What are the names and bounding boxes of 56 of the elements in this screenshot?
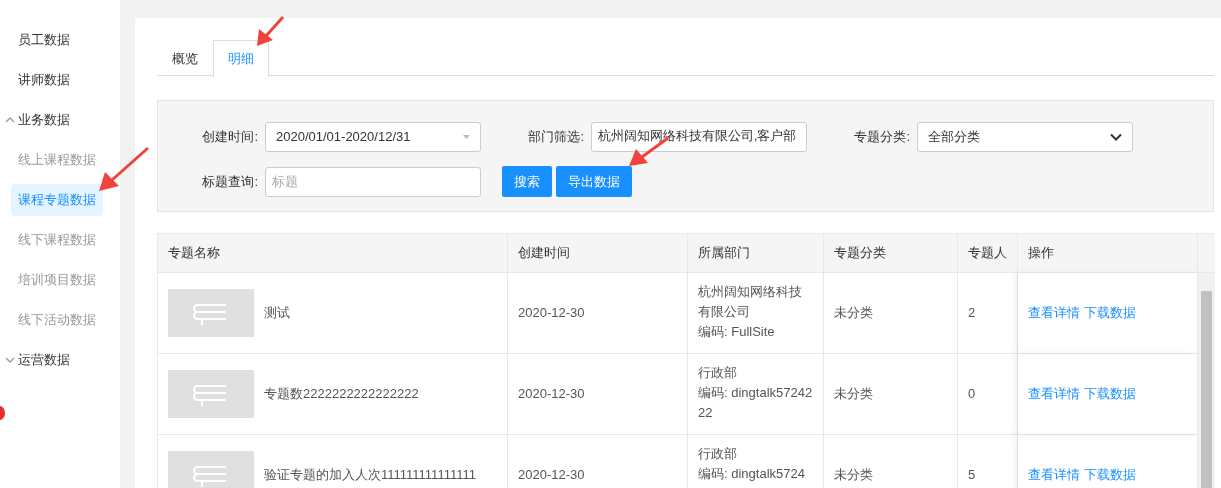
sidebar-group[interactable]: 运营数据 <box>18 350 70 370</box>
field-label: 专题分类: <box>853 127 910 146</box>
column-header: 创建时间 <box>508 234 688 273</box>
category-text: 未分类 <box>834 385 873 404</box>
select-field[interactable]: 全部分类 <box>917 121 1133 152</box>
arrow-drawing <box>99 146 149 191</box>
scrollbar[interactable] <box>1198 234 1215 488</box>
count-text: 0 <box>968 385 976 404</box>
department-code: 编码: dingtalk5724222 <box>698 384 813 422</box>
download-link[interactable]: 下载数据 <box>1084 384 1136 404</box>
download-link[interactable]: 下载数据 <box>1084 303 1136 323</box>
department-code: 编码: dingtalk5724 <box>698 465 805 483</box>
sidebar-group[interactable]: 业务数据 <box>18 110 70 130</box>
topic-name: 验证专题的加入人次111111111111111 <box>264 466 476 485</box>
column-header: 所属部门 <box>688 234 824 273</box>
topic-name: 专题数2222222222222222 <box>264 385 419 404</box>
count-text: 2 <box>968 304 976 323</box>
search-button[interactable]: 搜索 <box>502 166 552 197</box>
field-label: 标题查询: <box>201 172 258 191</box>
download-link[interactable]: 下载数据 <box>1084 465 1136 485</box>
details-link[interactable]: 查看详情 <box>1028 384 1080 404</box>
details-link[interactable]: 查看详情 <box>1028 303 1080 323</box>
details-link[interactable]: 查看详情 <box>1028 465 1080 485</box>
date-text: 2020-12-30 <box>518 385 585 404</box>
export-button[interactable]: 导出数据 <box>556 166 632 197</box>
sidebar-item[interactable]: 培训项目数据 <box>11 264 103 296</box>
column-header: 操作 <box>1018 234 1198 273</box>
department-name: 行政部 <box>698 364 738 382</box>
tab[interactable]: 概览 <box>157 40 213 75</box>
column-header: 专题名称 <box>158 234 508 273</box>
date-range-field[interactable]: 2020/01/01-2020/12/31 <box>265 121 481 152</box>
arrow-drawing <box>257 16 285 46</box>
count-text: 5 <box>968 466 976 485</box>
column-header: 专题分类 <box>824 234 958 273</box>
category-text: 未分类 <box>834 304 873 323</box>
topic-name: 测试 <box>264 304 290 323</box>
input-field[interactable]: 杭州阔知网络科技有限公司,客户部 <box>591 121 807 152</box>
field-label: 创建时间: <box>201 127 258 146</box>
date-text: 2020-12-30 <box>518 466 585 485</box>
chevron-icon <box>1110 132 1122 141</box>
column-header: 专题人 <box>958 234 1018 273</box>
input-field[interactable]: 标题 <box>265 166 481 197</box>
department-code: 编码: FullSite <box>698 323 776 341</box>
tab[interactable]: 明细 <box>213 40 269 77</box>
sidebar-item[interactable]: 员工数据 <box>11 24 77 56</box>
department-name: 杭州阔知网络科技有限公司 <box>698 283 803 321</box>
sidebar-item[interactable]: 线上课程数据 <box>11 144 103 176</box>
date-text: 2020-12-30 <box>518 304 585 323</box>
sidebar-item[interactable]: 线下活动数据 <box>11 304 103 336</box>
department-name: 行政部 <box>698 445 738 463</box>
sidebar-item[interactable]: 线下课程数据 <box>11 224 103 256</box>
sidebar-item[interactable]: 课程专题数据 <box>11 184 103 216</box>
caret-icon <box>463 134 470 139</box>
field-label: 部门筛选: <box>527 127 584 146</box>
category-text: 未分类 <box>834 466 873 485</box>
sidebar-item[interactable]: 讲师数据 <box>11 64 77 96</box>
